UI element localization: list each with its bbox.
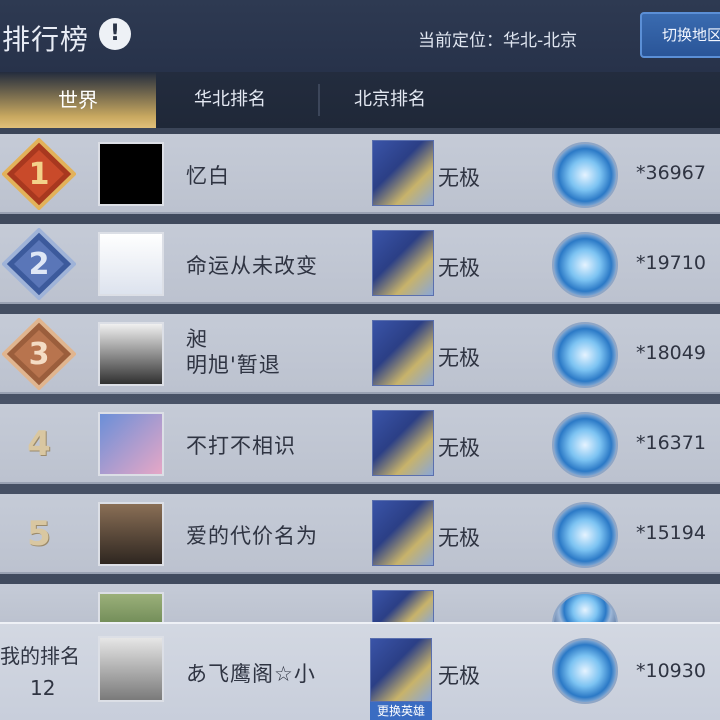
tab-bar: 世界 华北排名 北京排名 [0,72,720,128]
avatar[interactable] [98,322,164,386]
my-rank-number: 12 [30,676,56,700]
score: *10930 [636,660,706,682]
medal-icon [552,502,618,568]
top-bar: 排行榜 ! 当前定位：华北-北京 切换地区 [0,0,720,72]
player-name: 命运从未改变 [186,254,318,278]
change-hero-button[interactable]: 更换英雄 [370,702,432,720]
avatar[interactable] [98,636,164,702]
score: *36967 [636,162,706,184]
rank-badge-bronze-icon: 3 [2,318,76,390]
hero-portrait[interactable] [372,410,434,476]
table-row[interactable]: 3 昶 明旭'暂退 无极 *18049 [0,314,720,394]
hero-portrait[interactable] [372,320,434,386]
medal-icon [552,142,618,208]
tab-world[interactable]: 世界 [0,72,156,128]
table-row[interactable]: 2 命运从未改变 无极 *19710 [0,224,720,304]
player-name: あ飞鹰阁☆小 [186,662,316,686]
rank-badge-silver-icon: 2 [2,228,76,300]
location-label: 当前定位：华北-北京 [418,31,578,51]
rank-number: 2 [29,247,50,282]
table-row[interactable]: 1 忆白 无极 *36967 [0,134,720,214]
table-row[interactable]: 4 不打不相识 无极 *16371 [0,404,720,484]
rank-badge-gold-icon: 1 [2,138,76,210]
rank-number: 4 [27,424,51,464]
hero-name: 无极 [438,256,480,280]
hero-name: 无极 [438,664,480,688]
medal-icon [552,232,618,298]
medal-icon [552,412,618,478]
my-rank-label: 我的排名 [0,644,80,668]
score: *18049 [636,342,706,364]
player-name: 忆白 [186,164,230,188]
table-row[interactable] [0,584,720,628]
hero-name: 无极 [438,346,480,370]
hero-portrait[interactable] [372,230,434,296]
medal-icon [552,322,618,388]
medal-icon [552,638,618,704]
tab-beijing[interactable]: 北京排名 [320,72,460,128]
rank-number: 1 [29,157,50,192]
avatar[interactable] [98,142,164,206]
hero-portrait[interactable] [372,500,434,566]
score: *15194 [636,522,706,544]
my-ranking-row: 我的排名 12 あ飞鹰阁☆小 更换英雄 无极 *10930 [0,622,720,720]
score: *19710 [636,252,706,274]
player-name-line1: 昶 [186,327,208,351]
player-name: 爱的代价名为 [186,524,318,548]
avatar[interactable] [98,412,164,476]
score: *16371 [636,432,706,454]
player-name: 不打不相识 [186,434,296,458]
avatar[interactable] [98,502,164,566]
player-name: 昶 明旭'暂退 [186,326,281,378]
table-row[interactable]: 5 爱的代价名为 无极 *15194 [0,494,720,574]
hero-portrait[interactable] [372,140,434,206]
hero-name: 无极 [438,436,480,460]
info-icon[interactable]: ! [99,18,131,50]
hero-name: 无极 [438,166,480,190]
switch-region-button[interactable]: 切换地区 [640,12,720,58]
rank-number: 3 [29,337,50,372]
hero-portrait[interactable] [372,590,434,626]
rank-number: 5 [27,514,51,554]
player-name-line2: 明旭'暂退 [186,353,281,377]
tab-north-china[interactable]: 华北排名 [160,72,300,128]
avatar[interactable] [98,232,164,296]
hero-name: 无极 [438,526,480,550]
page-title: 排行榜 [2,23,90,56]
hero-portrait[interactable] [370,638,432,702]
